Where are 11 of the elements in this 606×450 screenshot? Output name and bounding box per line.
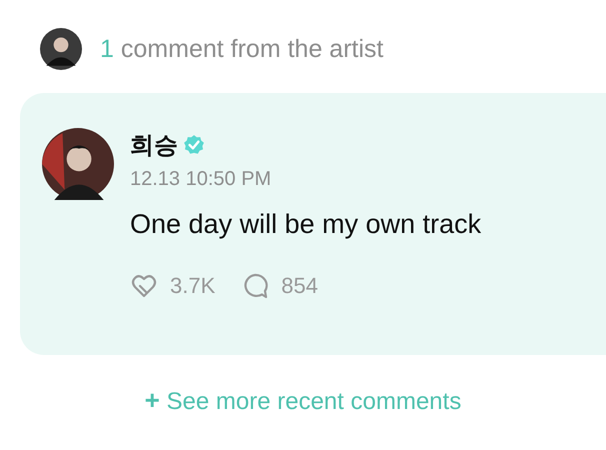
avatar [40, 28, 82, 70]
see-more-link[interactable]: + See more recent comments [144, 385, 462, 416]
header-text: comment from the artist [120, 34, 384, 64]
author-name: 희승 [130, 130, 178, 161]
heart-icon[interactable] [130, 272, 158, 300]
comment-text: One day will be my own track [130, 209, 482, 240]
like-count: 3.7K [170, 273, 216, 299]
comment-count: 1 [100, 34, 114, 64]
avatar [42, 128, 114, 200]
reply-count: 854 [281, 273, 318, 299]
comment-time: 12.13 10:50 PM [130, 168, 272, 191]
